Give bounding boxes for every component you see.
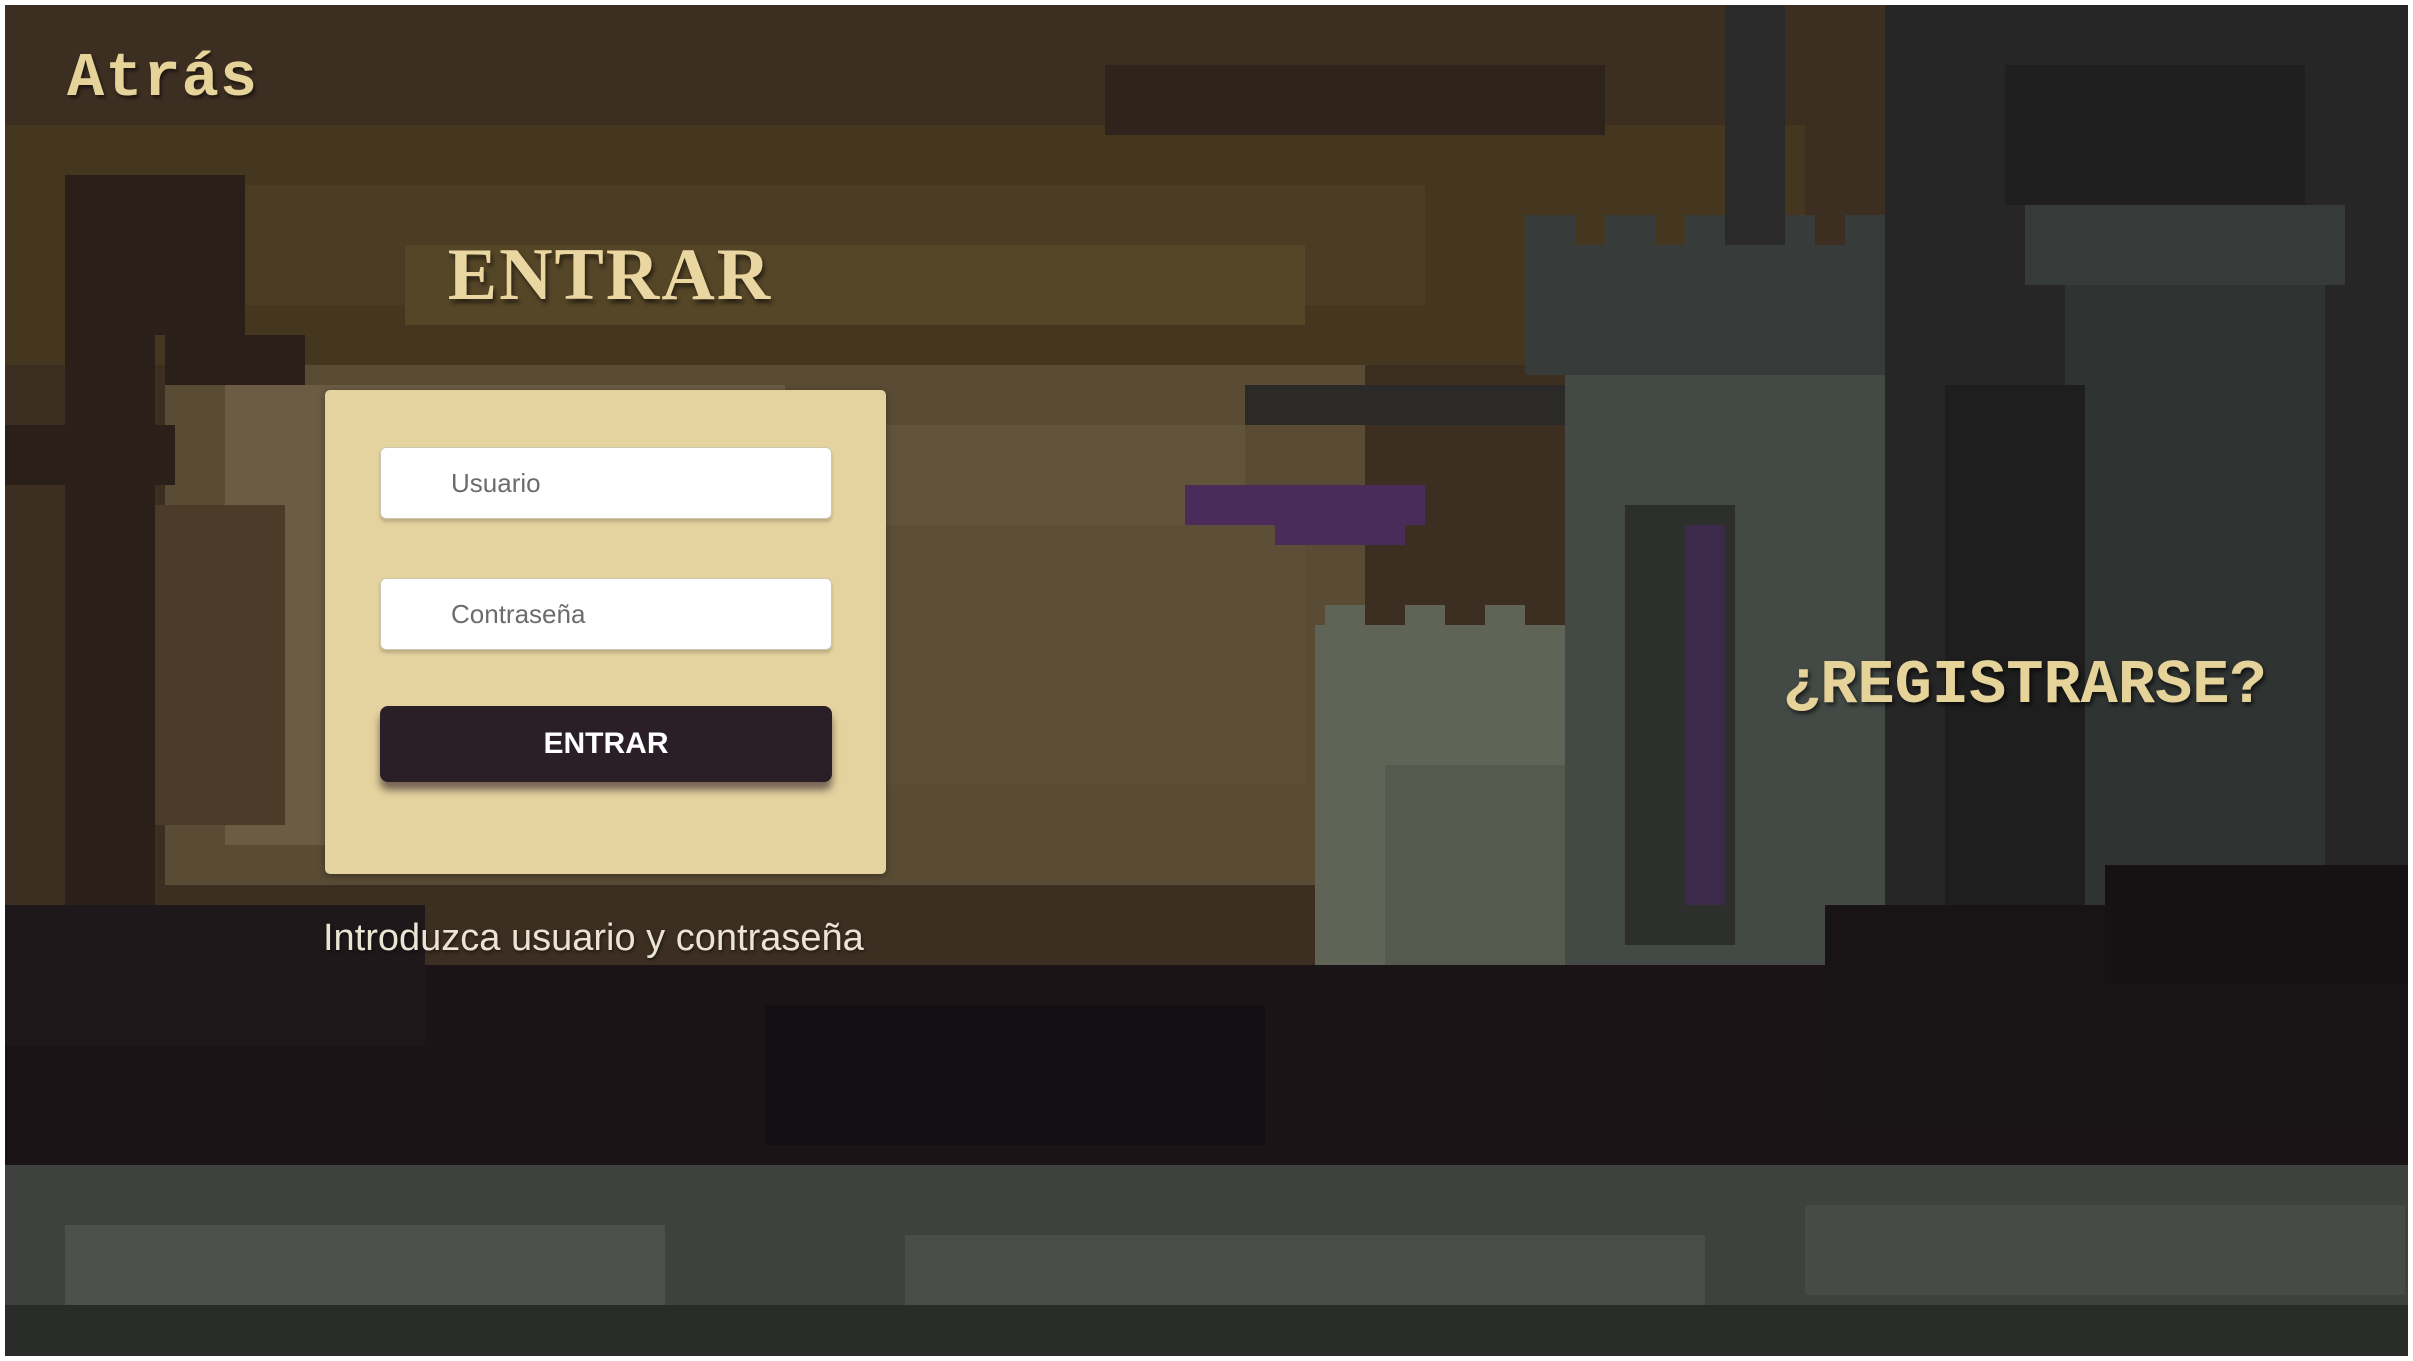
back-link[interactable]: Atrás <box>67 43 258 114</box>
login-title: ENTRAR <box>447 234 773 316</box>
login-submit-button[interactable]: ENTRAR <box>380 706 832 782</box>
username-input[interactable] <box>380 447 832 519</box>
login-hint-text: Introduzca usuario y contraseña <box>323 917 864 959</box>
password-input[interactable] <box>380 578 832 650</box>
login-screen: Atrás ENTRAR ENTRAR Introduzca usuario y… <box>5 5 2408 1356</box>
login-form-card: ENTRAR <box>325 390 886 874</box>
register-link[interactable]: ¿REGISTRARSE? <box>1783 650 2267 721</box>
